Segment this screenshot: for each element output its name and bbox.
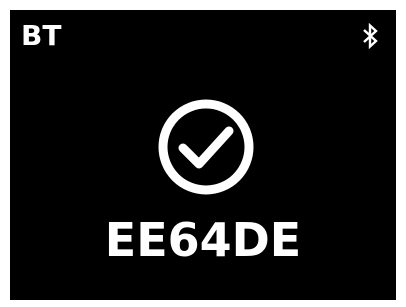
bluetooth-icon [363,23,378,49]
device-id: EE64DE [104,213,302,267]
check-circle-icon [158,99,254,195]
device-screen: BT EE64DE [10,10,396,300]
mode-label: BT [21,19,62,52]
